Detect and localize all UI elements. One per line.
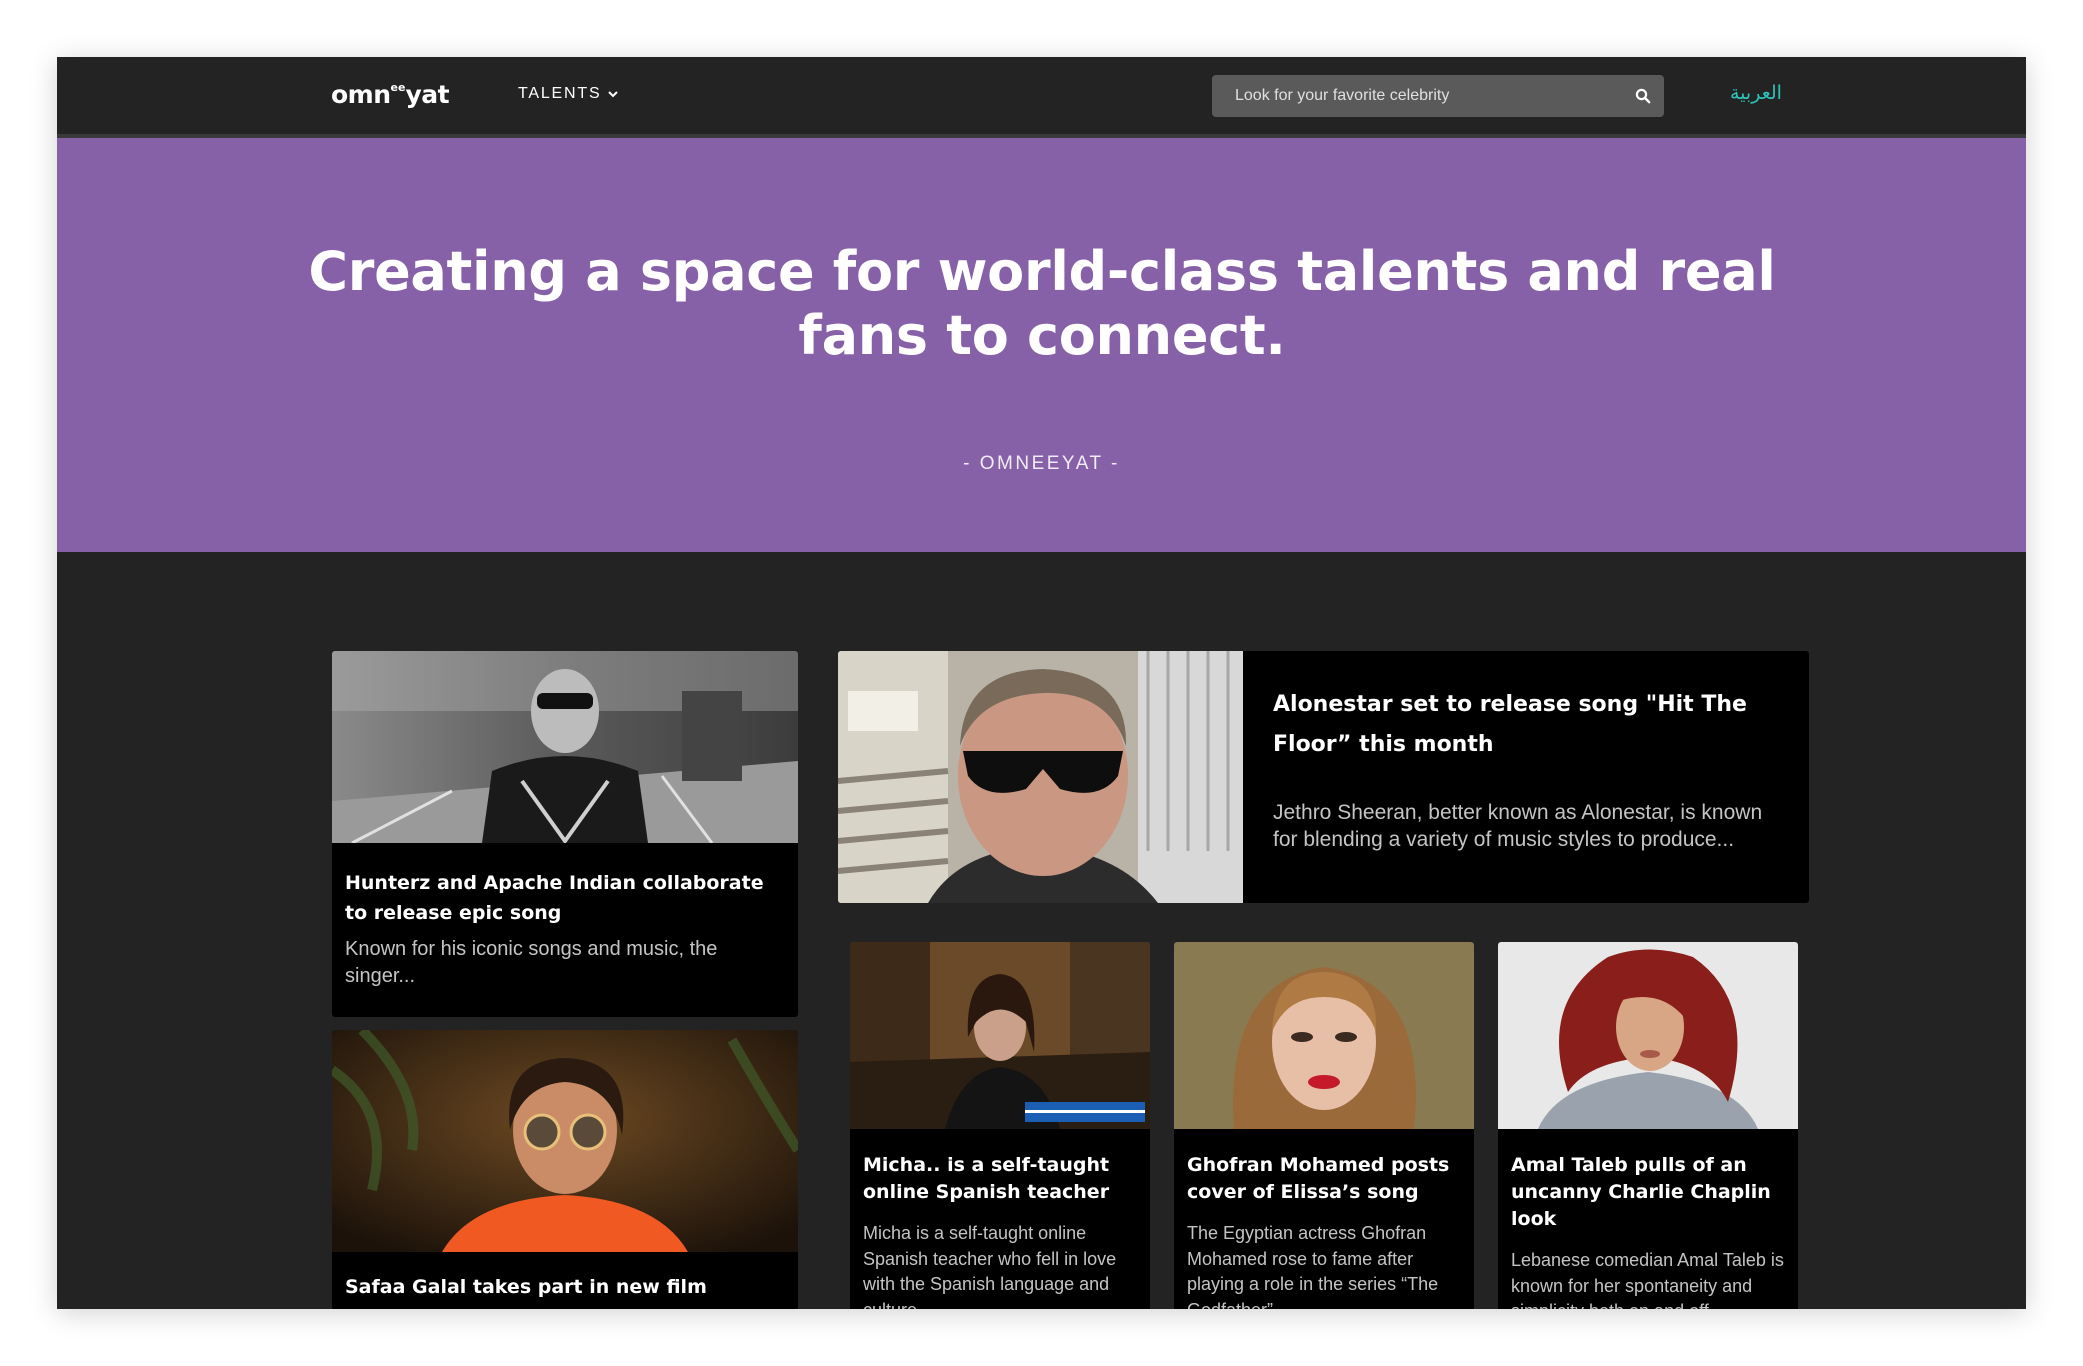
hero-brand-signature: - OMNEEYAT -: [963, 453, 1120, 474]
article-card-micha[interactable]: Micha.. is a self-taught online Spanish …: [850, 942, 1150, 1309]
article-card-safaa-galal[interactable]: Safaa Galal takes part in new film: [332, 1030, 798, 1309]
article-card-amal-taleb[interactable]: Amal Taleb pulls of an uncanny Charlie C…: [1498, 942, 1798, 1309]
top-navigation-bar: omneeyat TALENTS العربية: [57, 57, 2026, 134]
logo-text-sup: ee: [390, 81, 406, 94]
article-thumbnail: [1174, 942, 1474, 1129]
article-title: Amal Taleb pulls of an uncanny Charlie C…: [1511, 1154, 1771, 1230]
article-card-alonestar-featured[interactable]: Alonestar set to release song "Hit The F…: [838, 651, 1809, 903]
article-title: Hunterz and Apache Indian collaborate to…: [345, 872, 764, 924]
article-card-ghofran-mohamed[interactable]: Ghofran Mohamed posts cover of Elissa’s …: [1174, 942, 1474, 1309]
article-thumbnail: [850, 942, 1150, 1129]
logo-text-main: omn: [331, 80, 391, 109]
talents-menu-button[interactable]: TALENTS: [518, 85, 619, 103]
hero-banner: Creating a space for world-class talents…: [57, 138, 2026, 552]
article-title: Micha.. is a self-taught online Spanish …: [863, 1154, 1110, 1203]
search-icon[interactable]: [1622, 75, 1664, 117]
hero-headline: Creating a space for world-class talents…: [308, 240, 1776, 367]
article-title: Safaa Galal takes part in new film: [345, 1276, 707, 1298]
article-excerpt: Jethro Sheeran, better known as Alonesta…: [1273, 801, 1763, 851]
chevron-down-icon: [608, 91, 619, 98]
article-thumbnail: [838, 651, 1243, 903]
article-excerpt: Micha is a self-taught online Spanish te…: [863, 1223, 1117, 1309]
browser-viewport: omneeyat TALENTS العربية Creating a spac…: [57, 57, 2026, 1309]
article-title: Ghofran Mohamed posts cover of Elissa’s …: [1187, 1154, 1450, 1203]
article-thumbnail: [1498, 942, 1798, 1129]
article-thumbnail: [332, 651, 798, 843]
logo-text-end: yat: [405, 80, 450, 109]
search-input[interactable]: [1212, 75, 1622, 117]
celebrity-search-box: [1212, 75, 1664, 117]
article-excerpt: The Egyptian actress Ghofran Mohamed ros…: [1187, 1223, 1439, 1309]
article-excerpt: Known for his iconic songs and music, th…: [345, 938, 718, 987]
talents-menu-label: TALENTS: [518, 85, 602, 102]
article-title: Alonestar set to release song "Hit The F…: [1273, 692, 1747, 757]
article-excerpt: Lebanese comedian Amal Taleb is known fo…: [1511, 1250, 1784, 1309]
article-thumbnail: [332, 1030, 798, 1252]
omneeyat-logo[interactable]: omneeyat: [331, 80, 450, 109]
article-card-hunterz[interactable]: Hunterz and Apache Indian collaborate to…: [332, 651, 798, 1017]
language-switch-link[interactable]: العربية: [1730, 82, 1782, 104]
